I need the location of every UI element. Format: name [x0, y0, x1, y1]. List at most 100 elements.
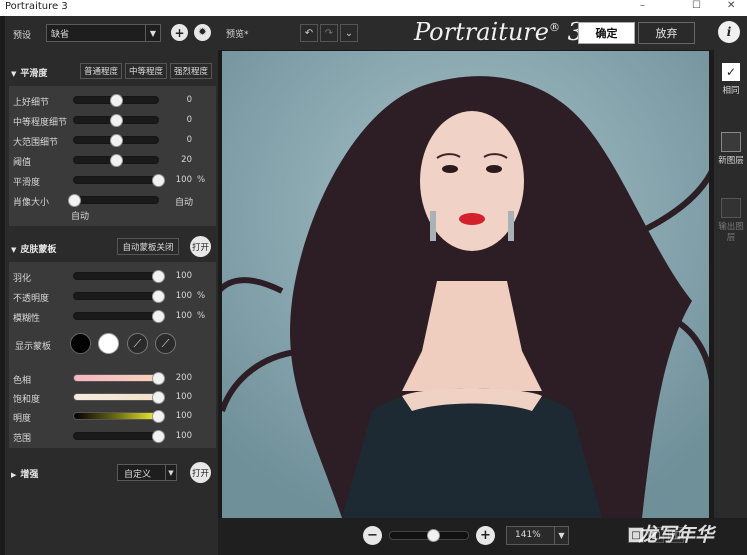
mask-black-swatch[interactable] [70, 333, 91, 354]
chevron-down-icon: ▼ [145, 25, 160, 41]
slider-label: 模糊性 [13, 314, 41, 324]
slider-track[interactable] [73, 133, 159, 147]
gear-icon: ✹ [198, 27, 207, 38]
slider-unit: % [197, 291, 206, 301]
chevron-down-icon: ▼ [554, 527, 568, 544]
slider-unit: % [197, 311, 206, 321]
zoom-slider-thumb[interactable] [426, 529, 440, 542]
slider-unit: % [197, 175, 206, 185]
pixel-size-label: 肖像大小 [13, 198, 50, 208]
slider-thumb[interactable] [152, 390, 165, 404]
zoom-level-select[interactable]: 141% ▼ [506, 526, 569, 545]
smoothing-title: 平滑度 [20, 69, 48, 79]
slider-track[interactable] [73, 113, 159, 127]
slider-label: 平滑度 [13, 178, 41, 188]
slider-thumb[interactable] [110, 153, 123, 167]
smoothing-header[interactable]: ▼ 平滑度 [11, 66, 47, 79]
slider-value: 100 [175, 311, 192, 321]
pixel-size-thumb-label: 自动 [71, 212, 90, 222]
slider-thumb[interactable] [152, 429, 165, 443]
logo-text: Portraiture [414, 18, 549, 46]
slider-thumb[interactable] [152, 269, 165, 283]
window-title: Portraiture 3 [5, 1, 68, 12]
slider-thumb[interactable] [110, 113, 123, 127]
auto-mask-button[interactable]: 自动蒙板关闭 [117, 238, 179, 255]
new-layer-checkbox[interactable] [721, 132, 741, 152]
plus-icon: + [480, 528, 491, 543]
slider-track[interactable] [73, 390, 165, 404]
enhance-preset-value: 自定义 [124, 470, 152, 480]
enhance-preset-select[interactable]: 自定义 ▼ [117, 464, 177, 481]
slider-thumb[interactable] [68, 193, 81, 207]
smoothing-strong-button[interactable]: 强烈程度 [170, 63, 212, 79]
slider-track[interactable] [73, 289, 165, 303]
zoom-out-button[interactable]: − [363, 526, 382, 545]
slider-thumb[interactable] [152, 309, 165, 323]
preset-select[interactable]: 缺省 ▼ [46, 24, 161, 42]
eyedropper-add-button[interactable]: ⟋ [127, 333, 148, 354]
history-dropdown-button[interactable]: ⌄ [340, 24, 358, 42]
enhance-header[interactable]: ▶ 增强 [11, 467, 38, 480]
slider-value: 0 [186, 95, 192, 105]
top-toolbar: 预览* ↶ ↷ ⌄ Portraiture® 3 确定 放弃 i [218, 16, 747, 50]
undo-icon: ↶ [304, 27, 314, 39]
pixel-size-slider[interactable] [68, 193, 159, 207]
pixel-size-value: 自动 [175, 198, 194, 208]
ok-button[interactable]: 确定 [578, 22, 635, 44]
slider-value: 100 [175, 392, 192, 402]
slider-track[interactable] [73, 153, 159, 167]
zoom-level-value: 141% [515, 530, 541, 540]
maximize-button[interactable]: ☐ [692, 0, 701, 11]
cancel-button[interactable]: 放弃 [638, 22, 695, 44]
slider-thumb[interactable] [152, 173, 165, 187]
undo-button[interactable]: ↶ [300, 24, 318, 42]
slider-track[interactable] [73, 371, 165, 385]
add-preset-button[interactable]: + [171, 24, 188, 41]
eyedropper-remove-button[interactable]: ⟋ [155, 333, 176, 354]
slider-value: 200 [175, 373, 192, 383]
slider-value: 100 [175, 431, 192, 441]
smoothing-normal-button[interactable]: 普通程度 [80, 63, 122, 79]
same-layer-label: 相同 [722, 86, 740, 96]
minimize-button[interactable]: – [640, 0, 645, 11]
show-mask-label: 显示蒙板 [15, 342, 52, 352]
chevron-down-icon: ⌄ [344, 27, 354, 39]
slider-label: 色相 [13, 376, 32, 386]
slider-thumb[interactable] [110, 133, 123, 147]
zoom-bar: − + 141% ▼ □ ◧ ◫ 龙写年华 [218, 518, 747, 555]
slider-thumb[interactable] [152, 409, 165, 423]
slider-track[interactable] [73, 309, 165, 323]
slider-track[interactable] [73, 409, 165, 423]
output-layer-checkbox[interactable] [721, 198, 741, 218]
slider-track[interactable] [73, 173, 165, 187]
slider-thumb[interactable] [152, 289, 165, 303]
close-button[interactable]: ✕ [727, 0, 735, 11]
smoothing-medium-button[interactable]: 中等程度 [125, 63, 167, 79]
zoom-slider[interactable] [389, 529, 469, 542]
mask-white-swatch[interactable] [98, 333, 119, 354]
same-layer-checkbox[interactable]: ✓ [722, 63, 740, 81]
portraiture-logo: Portraiture® 3 [414, 18, 583, 46]
slider-track[interactable] [73, 269, 165, 283]
slider-thumb[interactable] [152, 371, 165, 385]
enhance-title: 增强 [20, 470, 39, 480]
slider-track[interactable] [73, 429, 165, 443]
preview-image[interactable] [222, 51, 709, 518]
slider-label: 大范围细节 [13, 138, 59, 148]
skin-mask-open-button[interactable]: 打开 [190, 236, 211, 257]
info-button[interactable]: i [718, 21, 740, 43]
plus-icon: + [174, 25, 185, 40]
skin-mask-header[interactable]: ▼ 皮肤蒙板 [11, 242, 56, 255]
slider-thumb[interactable] [110, 93, 123, 107]
slider-label: 范围 [13, 434, 32, 444]
slider-value: 100 [175, 175, 192, 185]
slider-label: 羽化 [13, 274, 32, 284]
enhance-open-button[interactable]: 打开 [190, 462, 211, 483]
redo-button[interactable]: ↷ [320, 24, 338, 42]
zoom-in-button[interactable]: + [476, 526, 495, 545]
slider-track[interactable] [73, 93, 159, 107]
preset-settings-button[interactable]: ✹ [194, 24, 211, 41]
preview-label[interactable]: 预览* [226, 27, 249, 40]
slider-label: 阈值 [13, 158, 32, 168]
redo-icon: ↷ [324, 27, 334, 39]
